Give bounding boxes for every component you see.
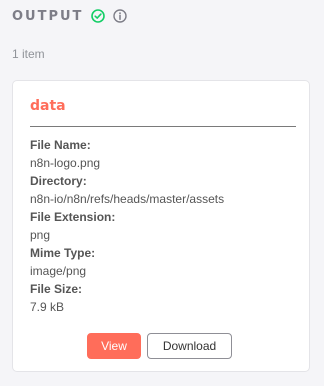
download-button[interactable]: Download: [147, 333, 232, 359]
file-extension-label: File Extension:: [30, 210, 116, 224]
directory-value: n8n-io/n8n/refs/heads/master/assets: [30, 192, 225, 206]
item-count: 1 item: [12, 47, 45, 61]
directory-label: Directory:: [30, 174, 87, 188]
file-properties: File Name: n8n-logo.png Directory: n8n-i…: [30, 136, 300, 316]
mime-type-value: image/png: [30, 264, 87, 278]
card-title: data: [30, 98, 66, 114]
output-header: OUTPUT: [12, 7, 128, 25]
file-name-label: File Name:: [30, 138, 91, 152]
file-size-value: 7.9 kB: [30, 300, 65, 314]
binary-data-card: data File Name: n8n-logo.png Directory: …: [12, 80, 310, 372]
check-circle-icon: [91, 9, 106, 23]
card-divider: [30, 126, 296, 127]
file-size-label: File Size:: [30, 282, 83, 296]
mime-type-label: Mime Type:: [30, 246, 96, 260]
file-extension-value: png: [30, 228, 51, 242]
output-title: OUTPUT: [12, 8, 84, 24]
info-circle-icon[interactable]: [113, 9, 128, 23]
file-name-value: n8n-logo.png: [30, 156, 101, 170]
view-button[interactable]: View: [87, 333, 141, 359]
